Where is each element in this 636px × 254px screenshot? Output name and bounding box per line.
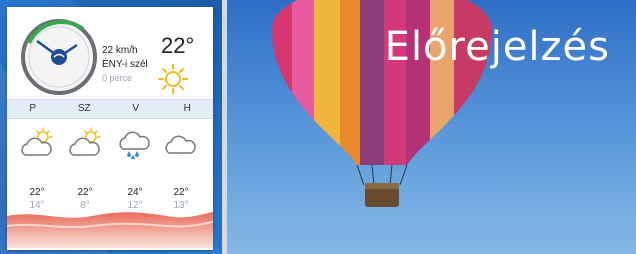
forecast-high: 22° bbox=[29, 187, 45, 198]
forecast-day[interactable]: 22° 8° bbox=[63, 127, 107, 211]
day-header: P SZ V H bbox=[7, 99, 213, 119]
day-label: V bbox=[132, 103, 140, 114]
wind-gauge-icon bbox=[21, 19, 97, 95]
cloud-icon bbox=[165, 135, 196, 154]
forecast-day[interactable]: 22° 13° bbox=[159, 127, 203, 211]
forecast-day[interactable]: 22° 14° bbox=[15, 127, 59, 211]
partly-cloudy-icon bbox=[69, 127, 101, 156]
forecast-title: Előrejelzés bbox=[384, 24, 610, 70]
forecast-high: 22° bbox=[77, 187, 93, 198]
sun-icon bbox=[158, 64, 188, 94]
forecast-day[interactable]: 24° 12° bbox=[113, 127, 157, 211]
day-label: H bbox=[183, 103, 191, 114]
wind-speed: 22 km/h bbox=[102, 45, 138, 56]
wind-direction: ÉNY-i szél bbox=[102, 59, 148, 70]
rain-cloud-icon bbox=[119, 131, 150, 159]
current-temperature: 22° bbox=[161, 33, 195, 58]
update-time: 0 perce bbox=[102, 73, 133, 83]
promo-panel[interactable]: Előrejelzés bbox=[227, 0, 636, 254]
forecast-list: 22° 14° 22° 8° 24° 12° 22° 13° bbox=[7, 119, 213, 250]
current-conditions: 22 km/h ÉNY-i szél 0 perce 22° bbox=[7, 7, 213, 97]
day-label: SZ bbox=[77, 103, 91, 114]
forecast-high: 24° bbox=[127, 187, 143, 198]
day-label: P bbox=[29, 103, 37, 114]
weather-widget[interactable]: 22 km/h ÉNY-i szél 0 perce 22° P SZ V H bbox=[7, 7, 213, 250]
forecast-high: 22° bbox=[173, 187, 189, 198]
partly-cloudy-icon bbox=[21, 127, 53, 156]
temperature-wave bbox=[7, 212, 213, 248]
